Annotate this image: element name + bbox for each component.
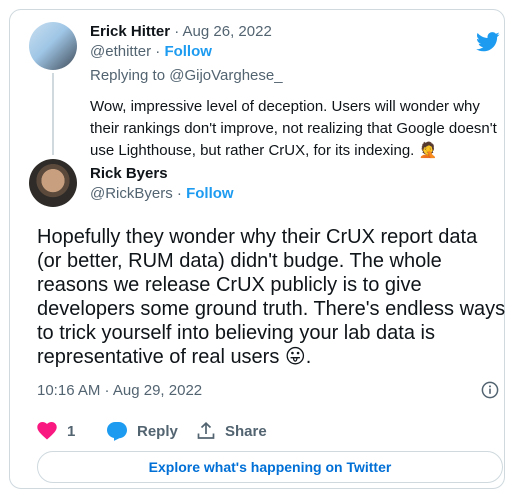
reply-author-handle[interactable]: @ethitter [90,43,151,60]
reply-tweet-text: Wow, impressive level of deception. User… [90,98,497,159]
reply-author-name[interactable]: Erick Hitter [90,23,170,40]
reply-author-header: Erick Hitter · Aug 26, 2022 [90,23,272,40]
like-count: 1 [67,422,76,440]
avatar-rick-byers[interactable] [29,159,77,207]
share-button[interactable]: Share [197,422,267,440]
tweet-actions: 1 Reply Share [37,420,267,442]
separator: · [172,185,187,202]
reply-date[interactable]: · Aug 26, 2022 [174,23,272,40]
speech-bubble-icon [107,421,127,441]
follow-link-erick[interactable]: Follow [164,43,212,60]
replying-to-prefix: Replying to [90,67,170,84]
info-icon[interactable] [481,381,499,399]
replying-to-handle[interactable]: @GijoVarghese_ [169,67,282,84]
main-handle-row: @RickByers · Follow [90,185,234,202]
replying-to-row: Replying to @GijoVarghese_ [90,67,283,84]
reply-button[interactable]: Reply [107,421,197,441]
avatar-erick-hitter[interactable] [29,22,77,70]
twitter-bird-icon[interactable] [476,32,500,52]
main-author-name[interactable]: Rick Byers [90,165,168,182]
heart-icon [37,422,57,440]
explore-twitter-button[interactable]: Explore what's happening on Twitter [37,451,503,483]
main-tweet-text: Hopefully they wonder why their CrUX rep… [37,226,506,368]
main-author-handle[interactable]: @RickByers [90,185,173,202]
tweet-timestamp[interactable]: 10:16 AM · Aug 29, 2022 [37,382,202,399]
reply-handle-row: @ethitter · Follow [90,43,212,60]
thread-connector-line [52,73,54,155]
embedded-tweet-card: Erick Hitter · Aug 26, 2022 @ethitter · … [9,9,505,489]
share-icon [197,422,215,439]
follow-link-rick[interactable]: Follow [186,185,234,202]
like-button[interactable]: 1 [37,422,107,440]
reply-label: Reply [137,422,178,440]
separator: · [151,43,165,60]
share-label: Share [225,422,267,440]
